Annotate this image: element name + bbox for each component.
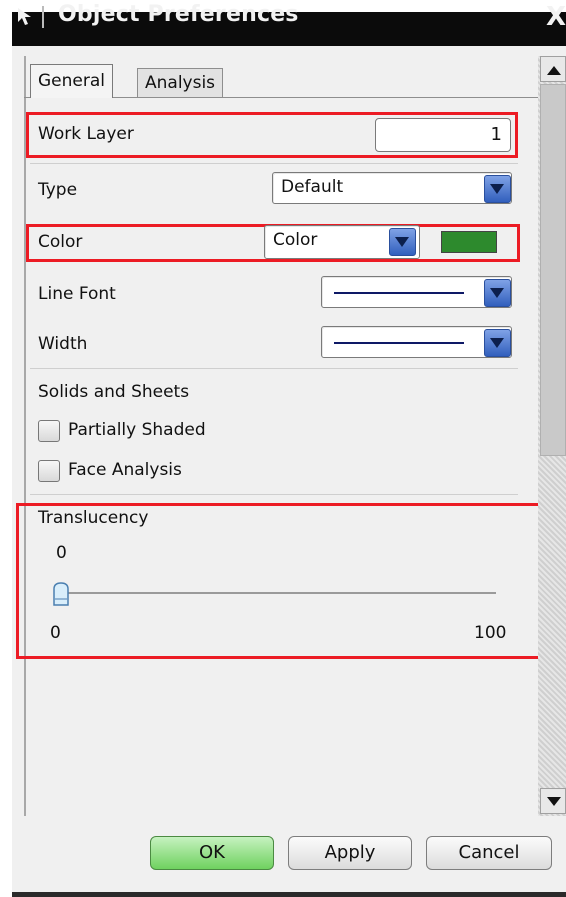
translucency-slider-thumb[interactable] [52,581,70,607]
face-analysis-label[interactable]: Face Analysis [68,460,182,480]
chevron-down-icon[interactable] [389,228,416,256]
scrollbar-thumb[interactable] [540,84,566,456]
chevron-down-icon[interactable] [484,329,511,357]
work-layer-value: 1 [490,124,502,145]
type-selected: Default [281,177,344,197]
chevron-down-icon[interactable] [484,175,511,203]
scroll-up-icon[interactable] [540,56,566,82]
window-title: Object Preferences [58,2,299,27]
close-button[interactable]: X [546,2,566,32]
row-divider [30,368,518,369]
translucency-max-label: 100 [474,623,507,643]
color-swatch[interactable] [441,231,497,253]
tab-analysis[interactable]: Analysis [137,68,224,98]
partially-shaded-checkbox[interactable] [38,420,60,442]
solid-line-icon [334,292,464,294]
line-font-label: Line Font [38,284,116,304]
translucency-min-label: 0 [50,623,61,643]
work-layer-input[interactable]: 1 [375,118,511,152]
work-layer-label: Work Layer [38,124,134,144]
row-divider [30,494,518,495]
chevron-down-icon[interactable] [484,279,511,307]
cancel-button[interactable]: Cancel [426,836,552,870]
title-separator [42,6,44,28]
width-dropdown[interactable] [321,326,512,358]
thin-line-icon [334,342,464,344]
select-arrow-icon [18,8,31,25]
translucency-label: Translucency [38,508,149,528]
solids-and-sheets-heading: Solids and Sheets [38,382,190,402]
dialog-bottom-edge [12,892,566,897]
ok-button[interactable]: OK [150,836,274,870]
width-label: Width [38,334,88,354]
row-divider [30,163,518,164]
color-dropdown[interactable]: Color [264,225,420,259]
partially-shaded-label[interactable]: Partially Shaded [68,420,206,440]
translucency-slider-track[interactable] [60,592,496,594]
line-font-dropdown[interactable] [321,276,512,308]
type-label: Type [38,180,78,200]
tab-general[interactable]: General [30,64,113,98]
scroll-down-icon[interactable] [540,788,566,814]
color-selected: Color [273,230,318,250]
type-dropdown[interactable]: Default [272,172,512,204]
translucency-current-value: 0 [56,543,67,563]
color-label: Color [38,232,83,252]
face-analysis-checkbox[interactable] [38,460,60,482]
apply-button[interactable]: Apply [288,836,412,870]
